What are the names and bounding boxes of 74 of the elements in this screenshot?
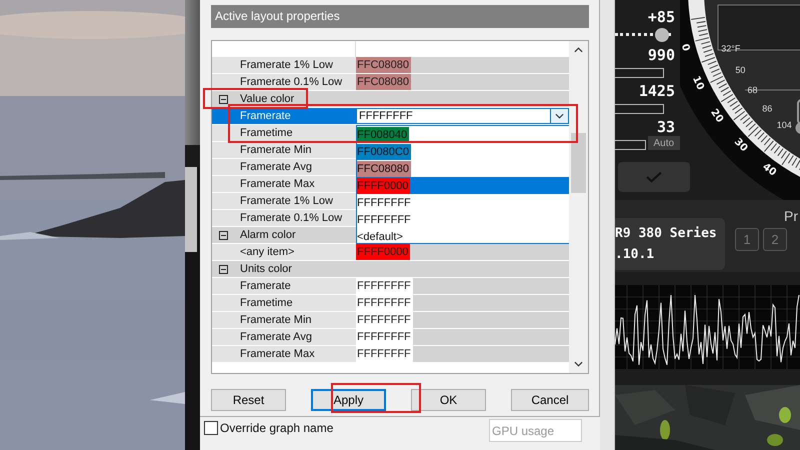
dropdown-option[interactable]: FFFFFFFF <box>357 194 570 211</box>
checkbox-label[interactable]: Override graph name <box>220 421 334 435</box>
scrollbar[interactable] <box>569 41 588 373</box>
property-name[interactable]: Framerate 1% Low <box>212 193 356 209</box>
value-bar[interactable] <box>615 140 646 150</box>
collapse-icon[interactable] <box>219 264 228 274</box>
scale-label: 30 <box>732 136 750 154</box>
dropdown-option[interactable]: FFFF0000 <box>357 177 570 194</box>
scroll-down-icon[interactable] <box>574 361 584 367</box>
collapse-icon[interactable] <box>219 230 228 240</box>
dialog-button[interactable]: Apply <box>311 389 386 411</box>
auto-button[interactable]: Auto <box>648 136 680 150</box>
setting-value: +85 <box>646 8 676 26</box>
category-label: Alarm color <box>240 229 296 241</box>
color-value: FFFFFFFF <box>356 329 413 345</box>
color-value: FFFFFFFF <box>356 312 413 328</box>
color-value: FFC08080 <box>356 74 411 90</box>
color-value: FFFF0000 <box>356 244 410 260</box>
property-name[interactable]: Framerate Avg <box>212 329 356 345</box>
setting-value: 33 <box>656 118 676 136</box>
temperature-label: 50 <box>735 65 746 76</box>
chevron-down-icon[interactable] <box>555 113 564 119</box>
scale-label: 20 <box>708 107 726 125</box>
scale-label: 40 <box>760 161 778 179</box>
setting-value: 1425 <box>638 82 676 100</box>
property-name[interactable]: Framerate 0.1% Low <box>212 210 356 226</box>
profile-label: Pr <box>784 208 798 224</box>
property-name[interactable]: Framerate <box>212 278 356 294</box>
property-name[interactable]: Frametime <box>212 295 356 311</box>
property-name[interactable]: Framerate Avg <box>212 159 356 175</box>
temperature-label: 86 <box>762 104 772 114</box>
category-label: Units color <box>240 263 292 275</box>
color-value: FFFFFFFF <box>356 295 413 311</box>
color-value: FFFFFFFF <box>356 346 413 362</box>
temperature-label: 68 <box>748 85 758 96</box>
property-name[interactable]: Framerate <box>212 108 356 124</box>
checkbox[interactable] <box>204 421 218 435</box>
dropdown-option[interactable]: FFFFFFFF <box>357 211 570 228</box>
panel-title: Active layout properties <box>211 5 589 28</box>
property-name[interactable]: <any item> <box>212 244 356 260</box>
property-name[interactable]: Framerate Max <box>212 176 356 192</box>
value-bar[interactable] <box>615 104 664 114</box>
collapse-icon[interactable] <box>219 94 228 104</box>
value-bar[interactable] <box>615 68 664 78</box>
apply-check-button[interactable] <box>618 162 690 192</box>
color-value: FFC08080 <box>356 57 411 73</box>
property-name[interactable]: Frametime <box>212 125 356 141</box>
color-value: FFFFFFFF <box>356 278 413 294</box>
dropdown-option[interactable]: <default> <box>357 228 570 245</box>
scale-label: 10 <box>690 74 706 92</box>
property-name[interactable]: Framerate Min <box>212 312 356 328</box>
driver-version: .10.1 <box>615 247 656 262</box>
gpu-name: R9 380 Series <box>615 226 718 241</box>
scroll-thumb[interactable] <box>571 133 586 193</box>
thermometer-icon <box>796 99 800 134</box>
property-name[interactable]: Framerate Max <box>212 346 356 362</box>
temperature-label: 32°F <box>721 44 740 54</box>
color-combobox[interactable]: FFFFFFFF <box>356 108 570 124</box>
category-label: Value color <box>240 93 294 105</box>
temperature-label: 104 <box>776 120 792 130</box>
dropdown-option[interactable]: FF0080C0 <box>357 143 570 160</box>
scroll-up-icon[interactable] <box>574 47 584 53</box>
property-name[interactable]: Framerate 1% Low <box>212 57 356 73</box>
checkmark-icon[interactable] <box>645 171 663 183</box>
dropdown-option[interactable]: FFC08080 <box>357 160 570 177</box>
setting-value: 990 <box>646 46 676 64</box>
property-name[interactable]: Framerate 0.1% Low <box>212 74 356 90</box>
dialog-button[interactable]: Cancel <box>511 389 589 411</box>
scale-label: 0 <box>680 42 692 52</box>
dropdown-option[interactable]: FF008040 <box>357 126 570 143</box>
dialog-button[interactable]: Reset <box>211 389 286 411</box>
property-name[interactable]: Framerate Min <box>212 142 356 158</box>
dialog-button[interactable]: OK <box>411 389 486 411</box>
input-field[interactable]: GPU usage <box>489 419 582 442</box>
